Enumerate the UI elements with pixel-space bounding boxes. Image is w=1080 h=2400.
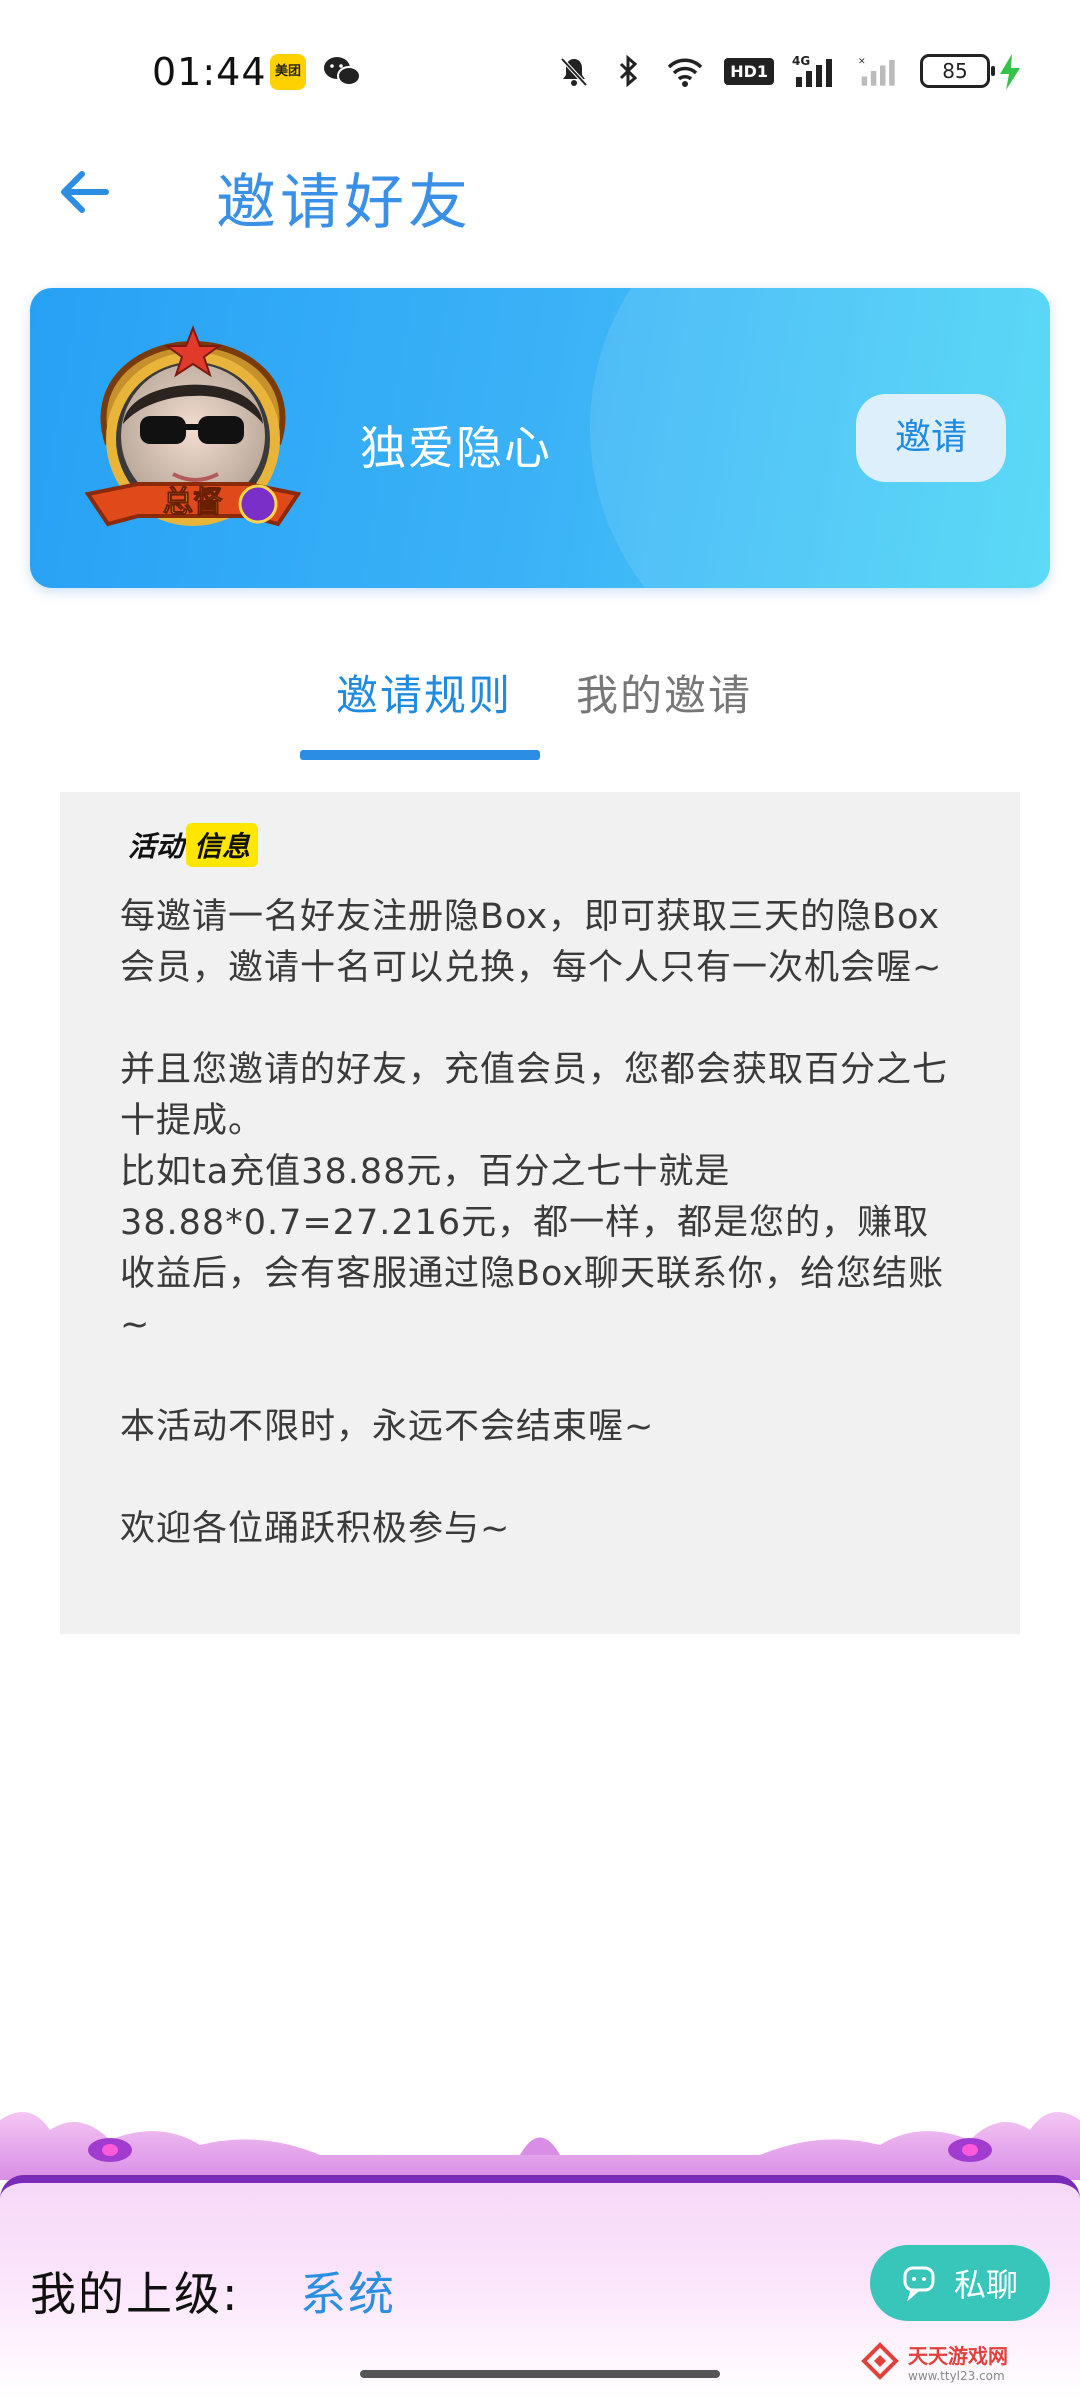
status-time: 01:44 <box>152 50 267 94</box>
activity-info-tag: 活动 信息 <box>128 822 259 868</box>
wifi-icon <box>667 58 703 87</box>
tab-invite-rules[interactable]: 邀请规则 <box>336 662 512 723</box>
invite-button[interactable]: 邀请 <box>856 394 1006 482</box>
chat-bubble-icon <box>903 2266 935 2301</box>
superior-label: 我的上级: <box>30 2267 240 2321</box>
watermark-logo-icon <box>861 2342 899 2380</box>
watermark-title: 天天游戏网 <box>908 2343 1008 2368</box>
rules-paragraph: 欢迎各位踊跃积极参与~ <box>120 1509 511 1549</box>
status-bar: 01:44 美团 HD1 4G × 85 <box>0 0 1080 140</box>
rules-paragraph: 每邀请一名好友注册隐Box，即可获取三天的隐Box会员，邀请十名可以兑换，每个人… <box>120 897 943 988</box>
avatar[interactable]: 总督 <box>78 324 308 554</box>
charging-bolt-icon <box>1000 54 1020 90</box>
wechat-icon <box>324 57 361 86</box>
signal-weak-icon: × <box>858 56 895 86</box>
app-header: 邀请好友 <box>0 140 1080 240</box>
activity-info-panel: 活动 信息 每邀请一名好友注册隐Box，即可获取三天的隐Box会员，邀请十名可以… <box>60 792 1020 1634</box>
back-arrow-icon[interactable] <box>52 160 116 224</box>
avatar-badge-text: 总督 <box>163 485 223 520</box>
svg-text:4G: 4G <box>792 54 810 68</box>
status-icons: HD1 4G × 85 <box>556 50 995 92</box>
activity-tag-part2: 信息 <box>186 823 259 867</box>
home-indicator[interactable] <box>360 2370 720 2378</box>
page-title: 邀请好友 <box>216 168 472 238</box>
watermark-url: www.ttyl23.com <box>908 2368 1005 2383</box>
superior-value: 系统 <box>300 2267 396 2321</box>
signal-4g-icon: 4G <box>792 54 832 87</box>
profile-card: 总督 独爱隐心 邀请 <box>30 288 1050 588</box>
private-chat-button[interactable]: 私聊 <box>870 2245 1050 2321</box>
site-watermark: 天天游戏网 www.ttyl23.com <box>860 2336 1060 2386</box>
meituan-app-icon: 美团 <box>270 54 306 90</box>
mute-bell-icon <box>560 57 588 87</box>
private-chat-label: 私聊 <box>953 2266 1018 2304</box>
rules-paragraph: 并且您邀请的好友，充值会员，您都会获取百分之七十提成。 <box>120 1050 949 1141</box>
battery-indicator: 85 <box>920 54 995 88</box>
activity-tag-part1: 活动 <box>128 830 185 863</box>
hd-voice-badge: HD1 <box>724 57 774 85</box>
profile-name: 独爱隐心 <box>360 421 552 475</box>
rules-paragraph: 本活动不限时，永远不会结束喔~ <box>120 1407 655 1447</box>
bluetooth-icon <box>620 54 638 88</box>
rules-text: 每邀请一名好友注册隐Box，即可获取三天的隐Box会员，邀请十名可以兑换，每个人… <box>120 892 960 1555</box>
bottom-crown-decoration <box>0 2112 1080 2180</box>
tab-bar: 邀请规则 我的邀请 <box>0 640 1080 760</box>
tab-my-invites[interactable]: 我的邀请 <box>576 662 752 723</box>
active-tab-indicator <box>300 750 540 760</box>
rules-paragraph: 比如ta充值38.88元，百分之七十就是38.88*0.7=27.216元，都一… <box>120 1152 945 1345</box>
svg-text:×: × <box>858 56 866 67</box>
